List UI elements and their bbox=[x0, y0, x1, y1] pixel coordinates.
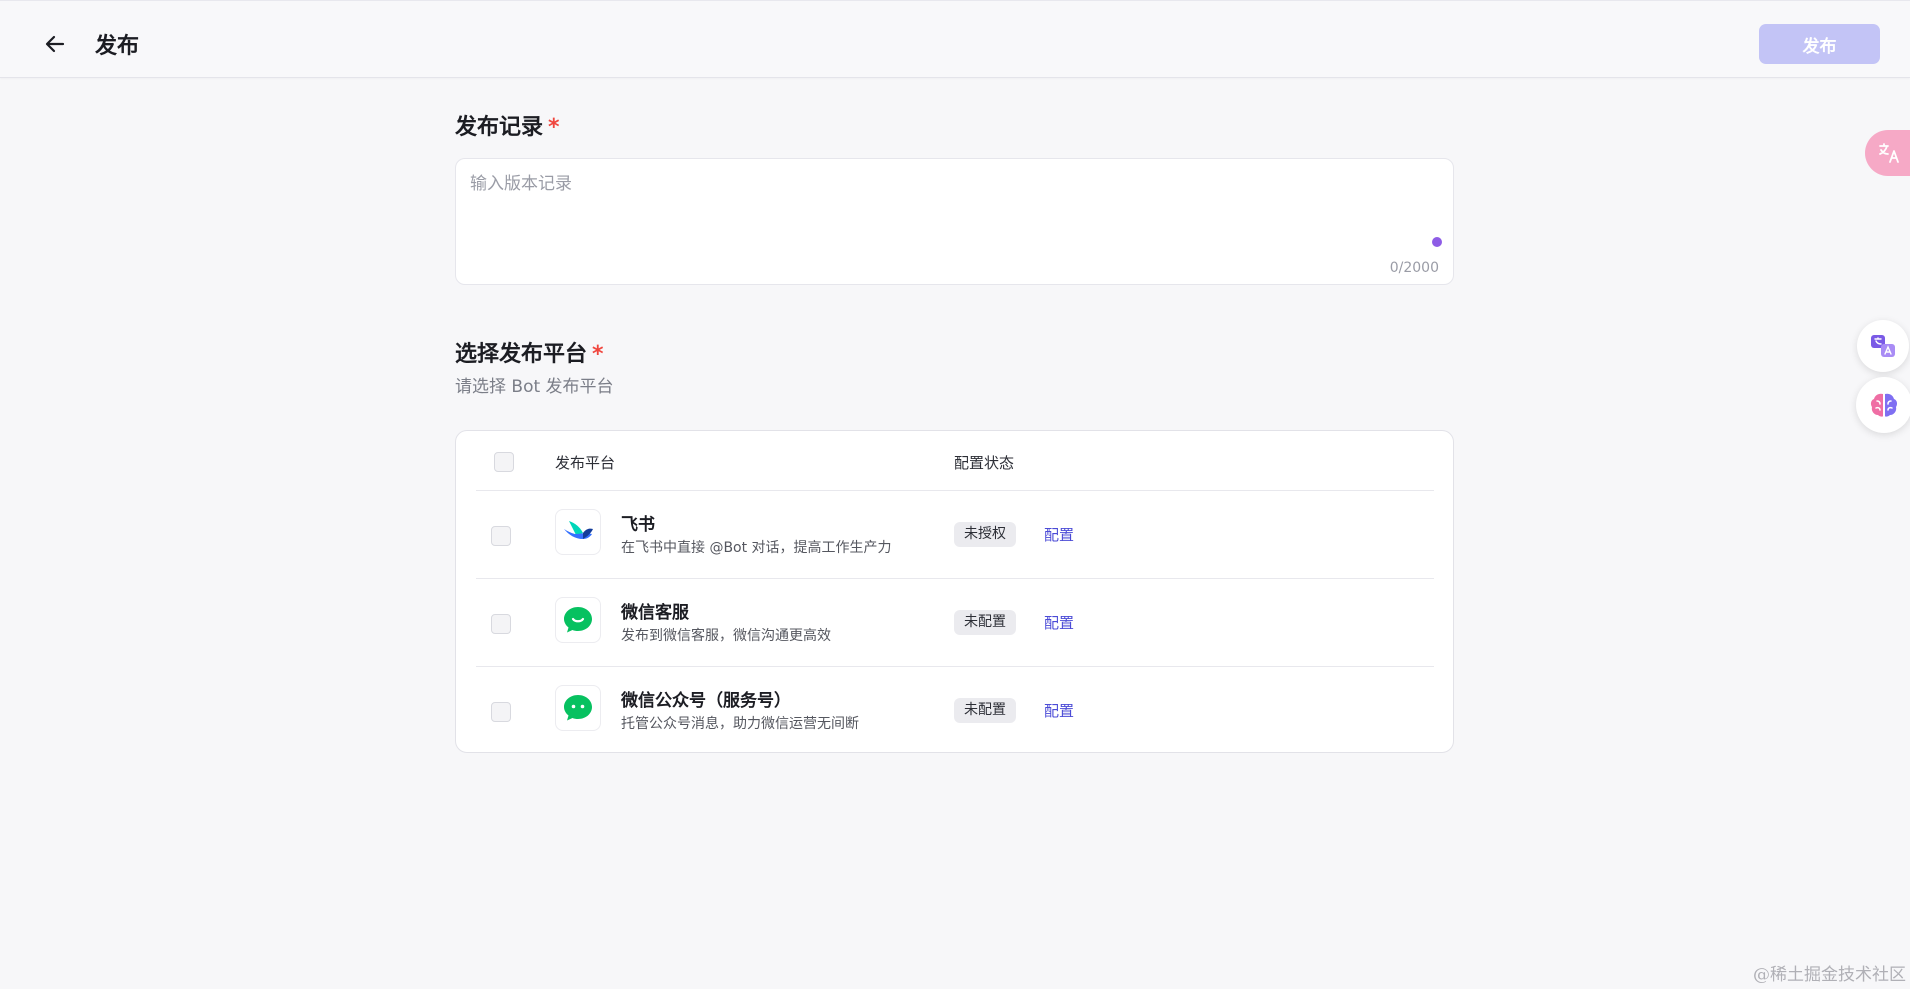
status-badge: 未配置 bbox=[954, 698, 1016, 723]
platform-section-title: 选择发布平台 * bbox=[455, 336, 604, 368]
platform-subtitle: 请选择 Bot 发布平台 bbox=[455, 377, 614, 397]
version-record-box: 0/2000 bbox=[455, 158, 1454, 285]
platform-table: 发布平台 配置状态 飞书 在飞书中直接 @Bot 对话，提高工作生产力 未授权 … bbox=[455, 430, 1454, 753]
configure-link[interactable]: 配置 bbox=[1044, 524, 1074, 545]
translate-float-button[interactable] bbox=[1865, 130, 1910, 176]
configure-link[interactable]: 配置 bbox=[1044, 700, 1074, 721]
select-all-checkbox[interactable] bbox=[494, 452, 514, 472]
platform-desc: 发布到微信客服，微信沟通更高效 bbox=[621, 628, 831, 644]
platform-desc: 在飞书中直接 @Bot 对话，提高工作生产力 bbox=[621, 540, 892, 556]
ai-brain-button[interactable] bbox=[1856, 377, 1910, 433]
platform-name: 微信客服 bbox=[621, 603, 689, 623]
translate-circle-icon bbox=[1871, 335, 1895, 357]
platform-name: 飞书 bbox=[621, 515, 655, 535]
feishu-logo-icon bbox=[555, 509, 601, 555]
assistant-dot-icon[interactable] bbox=[1432, 237, 1442, 247]
row-checkbox[interactable] bbox=[491, 614, 511, 634]
table-row: 飞书 在飞书中直接 @Bot 对话，提高工作生产力 未授权 配置 bbox=[476, 490, 1434, 578]
arrow-left-icon bbox=[45, 35, 65, 53]
wechat-official-icon bbox=[555, 685, 601, 731]
char-counter: 0/2000 bbox=[1389, 260, 1439, 276]
top-header: 发布 发布 bbox=[0, 0, 1910, 78]
table-row: 微信公众号（服务号） 托管公众号消息，助力微信运营无间断 未配置 配置 bbox=[476, 666, 1434, 754]
wechat-service-icon bbox=[555, 597, 601, 643]
platform-desc: 托管公众号消息，助力微信运营无间断 bbox=[621, 716, 859, 732]
translate-icon bbox=[1879, 143, 1899, 163]
version-record-input[interactable] bbox=[470, 169, 1430, 249]
back-button[interactable] bbox=[38, 27, 72, 61]
row-checkbox[interactable] bbox=[491, 702, 511, 722]
platform-title-text: 选择发布平台 bbox=[455, 342, 588, 367]
record-section-title: 发布记录 * bbox=[455, 109, 560, 141]
table-row: 微信客服 发布到微信客服，微信沟通更高效 未配置 配置 bbox=[476, 578, 1434, 666]
brain-icon bbox=[1870, 393, 1898, 417]
platform-name: 微信公众号（服务号） bbox=[621, 691, 791, 711]
configure-link[interactable]: 配置 bbox=[1044, 612, 1074, 633]
translate-circle-button[interactable] bbox=[1857, 320, 1909, 372]
record-title-text: 发布记录 bbox=[455, 115, 544, 140]
required-mark: * bbox=[592, 342, 604, 367]
watermark: @稀土掘金技术社区 bbox=[1753, 965, 1906, 985]
page-title: 发布 bbox=[95, 34, 140, 59]
required-mark: * bbox=[548, 115, 560, 140]
publish-button[interactable]: 发布 bbox=[1759, 24, 1880, 64]
column-header-platform: 发布平台 bbox=[555, 454, 616, 472]
row-checkbox[interactable] bbox=[491, 526, 511, 546]
status-badge: 未配置 bbox=[954, 610, 1016, 635]
status-badge: 未授权 bbox=[954, 522, 1016, 547]
column-header-status: 配置状态 bbox=[954, 454, 1015, 472]
